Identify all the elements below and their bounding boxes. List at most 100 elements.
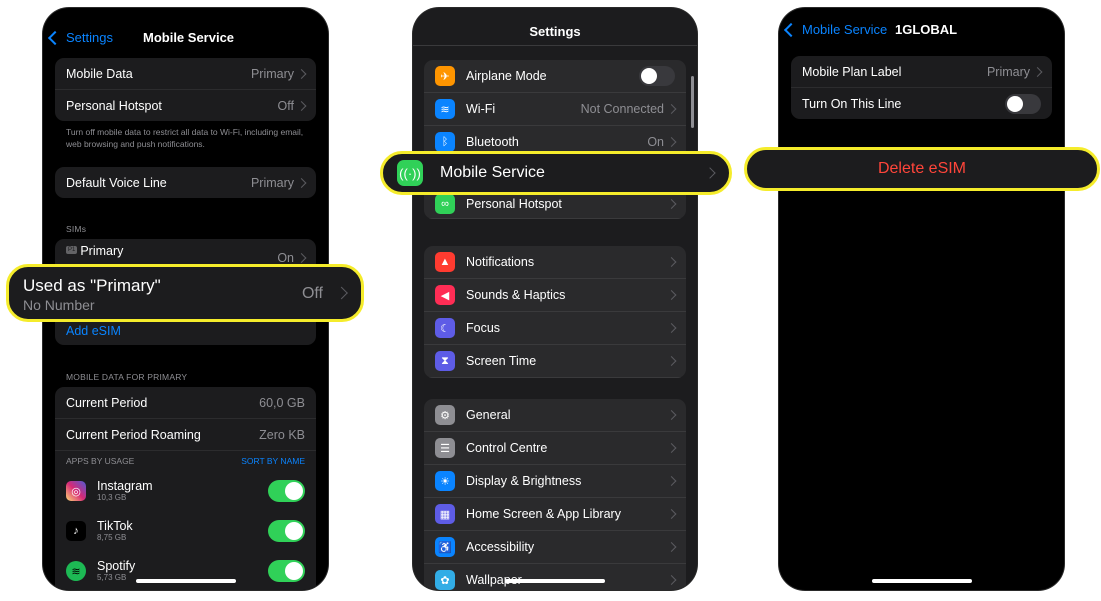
delete-esim-callout[interactable]: Delete eSIM — [744, 147, 1100, 191]
tiktok-toggle[interactable] — [268, 520, 305, 542]
hourglass-icon: ⧗ — [435, 351, 455, 371]
page-title: Settings — [529, 24, 581, 39]
turn-on-line-row: Turn On This Line — [791, 88, 1052, 119]
row-value: On — [277, 251, 294, 265]
gear-icon: ⚙ — [435, 405, 455, 425]
bluetooth-icon: ᛒ — [435, 132, 455, 152]
delete-esim-button[interactable]: Delete eSIM — [747, 160, 1097, 178]
spotify-toggle[interactable] — [268, 560, 305, 582]
row-label: Bluetooth — [466, 135, 519, 149]
row-label: Default Voice Line — [66, 175, 167, 190]
back-button[interactable]: Mobile Service — [783, 22, 888, 37]
callout-value: Off — [301, 285, 323, 302]
chevron-right-icon — [666, 410, 677, 420]
mobile-service-callout[interactable]: ((·)) Mobile Service — [380, 151, 732, 195]
home-indicator — [505, 579, 605, 583]
control-centre-row[interactable]: ☰ Control Centre — [424, 432, 686, 465]
home-screen-row[interactable]: ▦ Home Screen & App Library — [424, 498, 686, 531]
hotspot-icon: ∞ — [435, 194, 455, 214]
sims-header: SIMs — [66, 224, 87, 234]
sounds-haptics-row[interactable]: ◀ Sounds & Haptics — [424, 279, 686, 312]
apps-by-usage-header: APPS BY USAGE — [66, 456, 135, 466]
row-label: Accessibility — [466, 540, 535, 554]
row-label: Current Period — [66, 395, 148, 410]
app-name: TikTok — [97, 518, 133, 533]
chevron-right-icon — [335, 286, 348, 300]
row-label: Current Period Roaming — [66, 427, 201, 442]
bell-icon: ▲ — [435, 252, 455, 272]
default-voice-line-row[interactable]: Default Voice Line Primary — [55, 167, 316, 198]
wifi-row[interactable]: ≋ Wi-Fi Not Connected — [424, 93, 686, 126]
instagram-toggle[interactable] — [268, 480, 305, 502]
app-size: 5,73 GB — [97, 572, 127, 582]
grid-icon: ▦ — [435, 504, 455, 524]
row-label: Turn On This Line — [802, 96, 902, 111]
mobile-plan-label-row[interactable]: Mobile Plan Label Primary — [791, 56, 1052, 88]
general-group: ⚙ General ☰ Control Centre ☀ Display & B… — [424, 399, 686, 590]
nav-bar: Settings Mobile Service — [43, 18, 328, 58]
app-row-tiktok: ♪ TikTok 8,75 GB — [55, 511, 316, 551]
focus-row[interactable]: ☾ Focus — [424, 312, 686, 345]
row-label: Personal Hotspot — [466, 197, 562, 211]
chevron-right-icon — [666, 137, 677, 147]
row-label: Control Centre — [466, 441, 548, 455]
chevron-right-icon — [666, 476, 677, 486]
sim-badge: P1 — [66, 246, 78, 254]
wallpaper-row[interactable]: ✿ Wallpaper — [424, 564, 686, 590]
sort-by-name-button[interactable]: SORT BY NAME — [241, 456, 305, 466]
instagram-icon: ◎ — [66, 481, 86, 501]
chevron-left-icon — [783, 22, 799, 37]
app-size: 10,3 GB — [97, 492, 127, 502]
mobile-data-row[interactable]: Mobile Data Primary — [55, 58, 316, 90]
wifi-icon: ≋ — [435, 99, 455, 119]
row-label: General — [466, 408, 511, 422]
accessibility-row[interactable]: ♿ Accessibility — [424, 531, 686, 564]
screen-time-row[interactable]: ⧗ Screen Time — [424, 345, 686, 378]
row-value: Off — [277, 98, 294, 113]
general-row[interactable]: ⚙ General — [424, 399, 686, 432]
notifications-row[interactable]: ▲ Notifications — [424, 246, 686, 279]
row-label: Sounds & Haptics — [466, 288, 566, 302]
chevron-right-icon — [666, 575, 677, 585]
chevron-right-icon — [666, 323, 677, 333]
flower-icon: ✿ — [435, 570, 455, 590]
airplane-icon: ✈ — [435, 66, 455, 86]
airplane-mode-toggle[interactable] — [639, 66, 675, 86]
row-value: Primary — [250, 175, 294, 190]
callout-subtitle: No Number — [23, 297, 95, 313]
back-label: Mobile Service — [802, 22, 888, 37]
airplane-mode-row[interactable]: ✈ Airplane Mode — [424, 60, 686, 93]
chevron-right-icon — [296, 100, 307, 111]
row-label: Focus — [466, 321, 501, 335]
chevron-right-icon — [666, 257, 677, 267]
used-as-primary-callout[interactable]: Used as "Primary" No Number Off — [6, 264, 364, 322]
toggle-knob — [641, 68, 657, 84]
row-value: Primary — [986, 64, 1030, 79]
home-indicator — [871, 579, 972, 583]
callout-title: Used as "Primary" — [23, 276, 161, 295]
chevron-right-icon — [666, 542, 677, 552]
turn-on-line-toggle[interactable] — [1005, 93, 1041, 114]
line-settings-group: Mobile Plan Label Primary Turn On This L… — [791, 56, 1052, 119]
row-label: Primary — [80, 244, 124, 258]
scrollbar[interactable] — [691, 76, 694, 128]
toggle-knob — [285, 482, 303, 500]
add-esim-link[interactable]: Add eSIM — [66, 324, 121, 338]
switches-icon: ☰ — [435, 438, 455, 458]
mobile-data-for-primary-header: MOBILE DATA FOR PRIMARY — [66, 372, 188, 382]
chevron-right-icon — [296, 253, 307, 263]
sun-icon: ☀ — [435, 471, 455, 491]
row-label: Screen Time — [466, 354, 537, 368]
app-row-instagram: ◎ Instagram 10,3 GB — [55, 471, 316, 511]
display-brightness-row[interactable]: ☀ Display & Brightness — [424, 465, 686, 498]
row-label: Mobile Plan Label — [802, 64, 902, 79]
voice-group: Default Voice Line Primary — [55, 167, 316, 198]
chevron-right-icon — [666, 509, 677, 519]
chevron-left-icon — [47, 30, 63, 45]
personal-hotspot-row[interactable]: Personal Hotspot Off — [55, 90, 316, 121]
back-button[interactable]: Settings — [47, 30, 113, 45]
page-title: Mobile Service — [143, 30, 235, 45]
chevron-right-icon — [1032, 66, 1043, 77]
back-label: Settings — [66, 30, 113, 45]
app-name: Spotify — [97, 558, 136, 573]
